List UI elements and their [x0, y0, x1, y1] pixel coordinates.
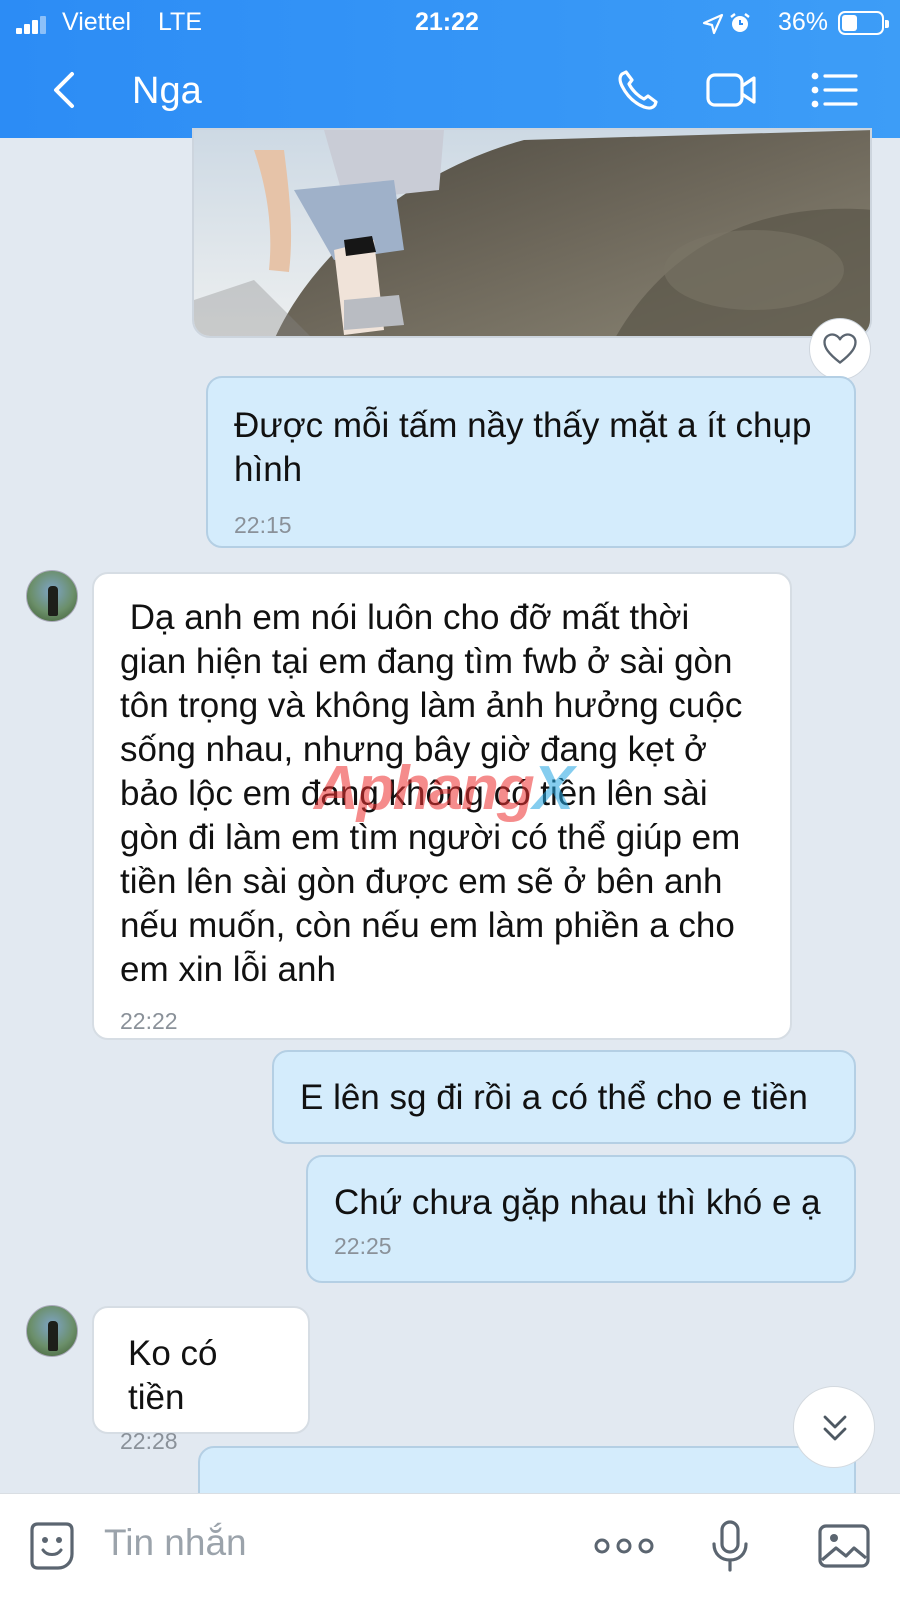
chevron-left-icon[interactable] — [44, 70, 84, 110]
message-text: Được mỗi tấm nầy thấy mặt a ít chụp hình — [234, 406, 812, 489]
message-time: 22:25 — [334, 1233, 392, 1259]
avatar[interactable] — [26, 1305, 78, 1357]
image-message[interactable] — [192, 128, 872, 338]
location-arrow-icon — [702, 13, 724, 35]
network-type: LTE — [158, 8, 202, 36]
battery-icon — [838, 11, 889, 35]
contact-name[interactable]: Nga — [132, 70, 202, 113]
image-gallery-icon[interactable] — [814, 1516, 874, 1576]
avatar[interactable] — [26, 570, 78, 622]
list-menu-icon[interactable] — [810, 68, 862, 112]
more-dots-icon[interactable] — [594, 1516, 654, 1576]
message-input[interactable]: Tin nhắn — [104, 1522, 247, 1564]
message-text: Chứ chưa gặp nhau thì khó e ạ — [334, 1183, 821, 1222]
battery-percent: 36% — [778, 8, 829, 36]
chevron-double-down-icon — [823, 1415, 847, 1441]
message-input-bar: Tin nhắn — [0, 1493, 900, 1600]
carrier-name: Viettel — [62, 8, 132, 36]
video-camera-icon[interactable] — [706, 68, 758, 112]
message-bubble-outgoing[interactable]: Được mỗi tấm nầy thấy mặt a ít chụp hình… — [206, 376, 856, 548]
signal-icon — [16, 16, 48, 34]
phone-icon[interactable] — [612, 68, 664, 112]
message-bubble-incoming[interactable]: Ko có tiền 22:28 — [92, 1306, 310, 1454]
microphone-icon[interactable] — [700, 1516, 760, 1576]
chat-header: Viettel LTE 21:22 36% Nga — [0, 0, 900, 138]
message-text: E lên sg đi rồi a có thể cho e tiền — [300, 1078, 808, 1117]
sticker-icon[interactable] — [22, 1516, 82, 1576]
message-time: 22:15 — [234, 512, 292, 538]
heart-icon[interactable] — [809, 318, 871, 380]
message-bubble-outgoing[interactable]: Chứ chưa gặp nhau thì khó e ạ 22:25 — [306, 1155, 856, 1283]
message-bubble-outgoing[interactable]: E lên sg đi rồi a có thể cho e tiền — [272, 1050, 856, 1144]
photo-thumbnail — [194, 130, 870, 336]
alarm-icon — [730, 13, 750, 32]
scroll-to-bottom-button[interactable] — [793, 1386, 875, 1468]
watermark: AphangX — [314, 754, 574, 823]
status-time: 21:22 — [415, 8, 479, 36]
message-time: 22:22 — [120, 1008, 178, 1034]
status-bar: Viettel LTE 21:22 36% — [0, 0, 900, 48]
message-text: Ko có tiền — [128, 1334, 218, 1417]
